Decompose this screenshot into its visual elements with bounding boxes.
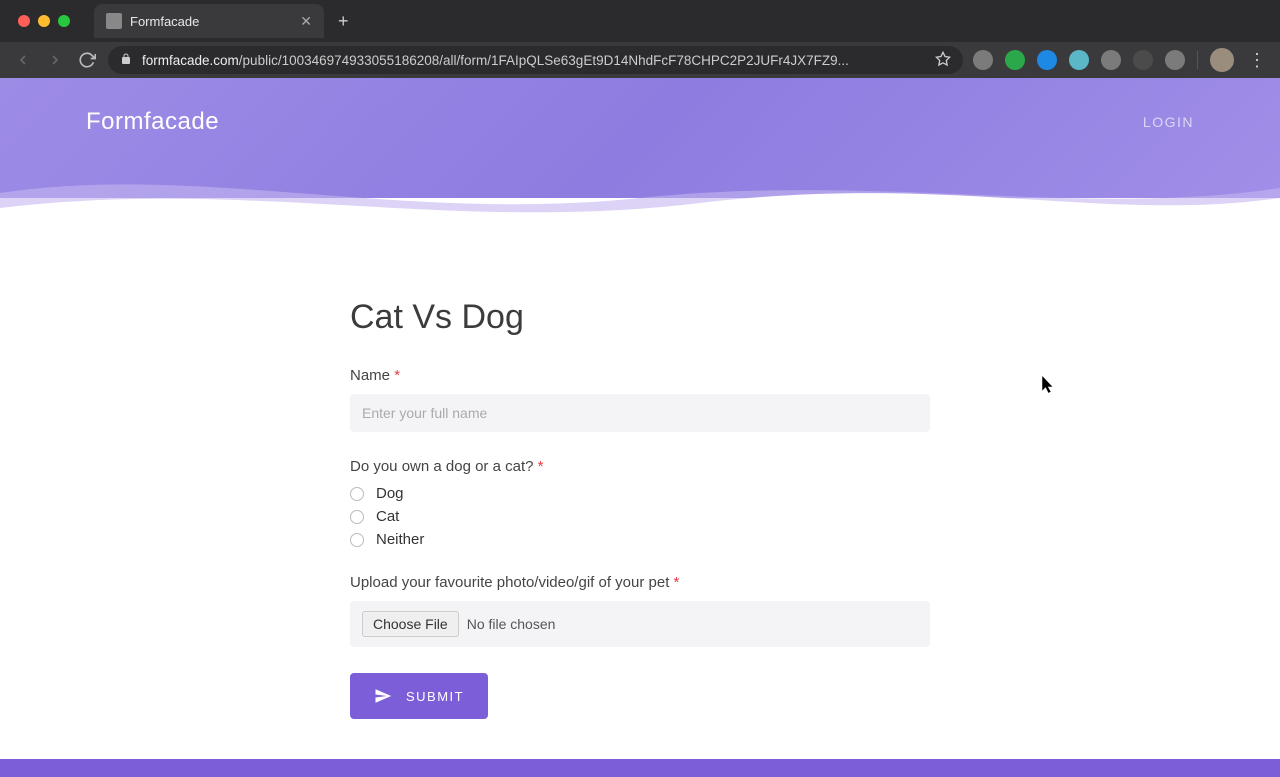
site-header: Formfacade LOGIN [0, 78, 1280, 136]
name-label-text: Name [350, 367, 390, 384]
forward-button[interactable] [44, 49, 66, 71]
radio-label: Cat [376, 508, 399, 525]
extension-icon[interactable] [1037, 50, 1057, 70]
browser-tab[interactable]: Formfacade ✕ [94, 4, 324, 38]
tab-bar: Formfacade ✕ + [0, 0, 1280, 42]
radio-icon [350, 533, 364, 547]
radio-icon [350, 487, 364, 501]
minimize-window-button[interactable] [38, 15, 50, 27]
address-bar[interactable]: formfacade.com/public/100346974933055186… [108, 46, 963, 74]
profile-avatar[interactable] [1210, 48, 1234, 72]
required-indicator: * [674, 574, 680, 591]
name-field-group: Name * [350, 367, 930, 432]
file-input-container[interactable]: Choose File No file chosen [350, 601, 930, 647]
required-indicator: * [538, 458, 544, 475]
extension-icon[interactable] [1101, 50, 1121, 70]
form-title: Cat Vs Dog [350, 298, 930, 337]
toolbar: formfacade.com/public/100346974933055186… [0, 42, 1280, 78]
send-icon [374, 687, 392, 705]
extension-icon[interactable] [1005, 50, 1025, 70]
radio-option-neither[interactable]: Neither [350, 531, 930, 548]
page-content: Formfacade LOGIN Cat Vs Dog Name * Do yo… [0, 78, 1280, 777]
upload-label: Upload your favourite photo/video/gif of… [350, 574, 930, 591]
radio-label: Neither [376, 531, 424, 548]
pet-radio-group: Dog Cat Neither [350, 485, 930, 548]
form-container: Cat Vs Dog Name * Do you own a dog or a … [350, 298, 930, 759]
url-text: formfacade.com/public/100346974933055186… [142, 53, 925, 68]
close-tab-icon[interactable]: ✕ [300, 13, 312, 30]
radio-option-dog[interactable]: Dog [350, 485, 930, 502]
required-indicator: * [394, 367, 400, 384]
name-input[interactable] [350, 394, 930, 432]
brand-logo[interactable]: Formfacade [86, 108, 219, 136]
login-link[interactable]: LOGIN [1143, 114, 1194, 130]
choose-file-button[interactable]: Choose File [362, 611, 459, 637]
upload-field-group: Upload your favourite photo/video/gif of… [350, 574, 930, 647]
browser-menu-icon[interactable]: ⋮ [1246, 50, 1268, 71]
url-host: formfacade.com [142, 53, 239, 68]
pet-question-group: Do you own a dog or a cat? * Dog Cat Nei… [350, 458, 930, 548]
window-controls [10, 15, 78, 27]
tab-title: Formfacade [130, 14, 292, 29]
bookmark-icon[interactable] [935, 51, 951, 70]
upload-label-text: Upload your favourite photo/video/gif of… [350, 574, 669, 591]
maximize-window-button[interactable] [58, 15, 70, 27]
radio-label: Dog [376, 485, 404, 502]
close-window-button[interactable] [18, 15, 30, 27]
extension-icon[interactable] [1165, 50, 1185, 70]
divider [1197, 51, 1198, 69]
submit-label: SUBMIT [406, 689, 464, 704]
tab-favicon [106, 13, 122, 29]
extensions-area: ⋮ [973, 48, 1268, 72]
new-tab-button[interactable]: + [338, 11, 349, 32]
radio-option-cat[interactable]: Cat [350, 508, 930, 525]
submit-button[interactable]: SUBMIT [350, 673, 488, 719]
extension-icon[interactable] [973, 50, 993, 70]
pet-question-text: Do you own a dog or a cat? [350, 458, 533, 475]
file-status-text: No file chosen [467, 616, 556, 632]
wave-decoration [0, 153, 1280, 243]
footer-bar [0, 759, 1280, 777]
hero-banner: Formfacade LOGIN [0, 78, 1280, 198]
radio-icon [350, 510, 364, 524]
url-path: /public/100346974933055186208/all/form/1… [239, 53, 849, 68]
pet-question-label: Do you own a dog or a cat? * [350, 458, 930, 475]
reload-button[interactable] [76, 49, 98, 71]
name-label: Name * [350, 367, 930, 384]
back-button[interactable] [12, 49, 34, 71]
lock-icon [120, 53, 132, 68]
mouse-cursor [1042, 376, 1056, 399]
extension-icon[interactable] [1133, 50, 1153, 70]
extension-icon[interactable] [1069, 50, 1089, 70]
browser-chrome: Formfacade ✕ + formfacade.com/public/100… [0, 0, 1280, 78]
